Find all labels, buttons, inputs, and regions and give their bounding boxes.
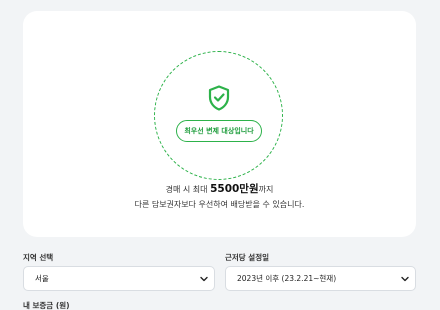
date-select[interactable]: 2023년 이후 (23.2.21~현재): [225, 266, 416, 291]
shield-check-icon: [208, 85, 230, 111]
deposit-label: 내 보증금 (원): [23, 301, 70, 310]
priority-badge: 최우선 변제 대상입니다: [176, 120, 262, 142]
region-select-value: 서울: [35, 274, 49, 283]
dashed-circle: [154, 51, 283, 180]
region-label: 지역 선택: [23, 253, 54, 262]
chevron-down-icon: [401, 276, 409, 282]
max-amount-text: 경매 시 최대 5500만원까지: [165, 183, 274, 195]
amount-value: 5500만원: [210, 183, 259, 195]
region-select[interactable]: 서울: [23, 266, 215, 291]
date-select-value: 2023년 이후 (23.2.21~현재): [237, 274, 337, 283]
result-card: 최우선 변제 대상입니다 경매 시 최대 5500만원까지 다른 담보권자보다 …: [23, 11, 416, 237]
date-label: 근저당 설정일: [225, 253, 270, 262]
description-text: 다른 담보권자보다 우선하여 배당받을 수 있습니다.: [134, 200, 305, 209]
chevron-down-icon: [200, 276, 208, 282]
